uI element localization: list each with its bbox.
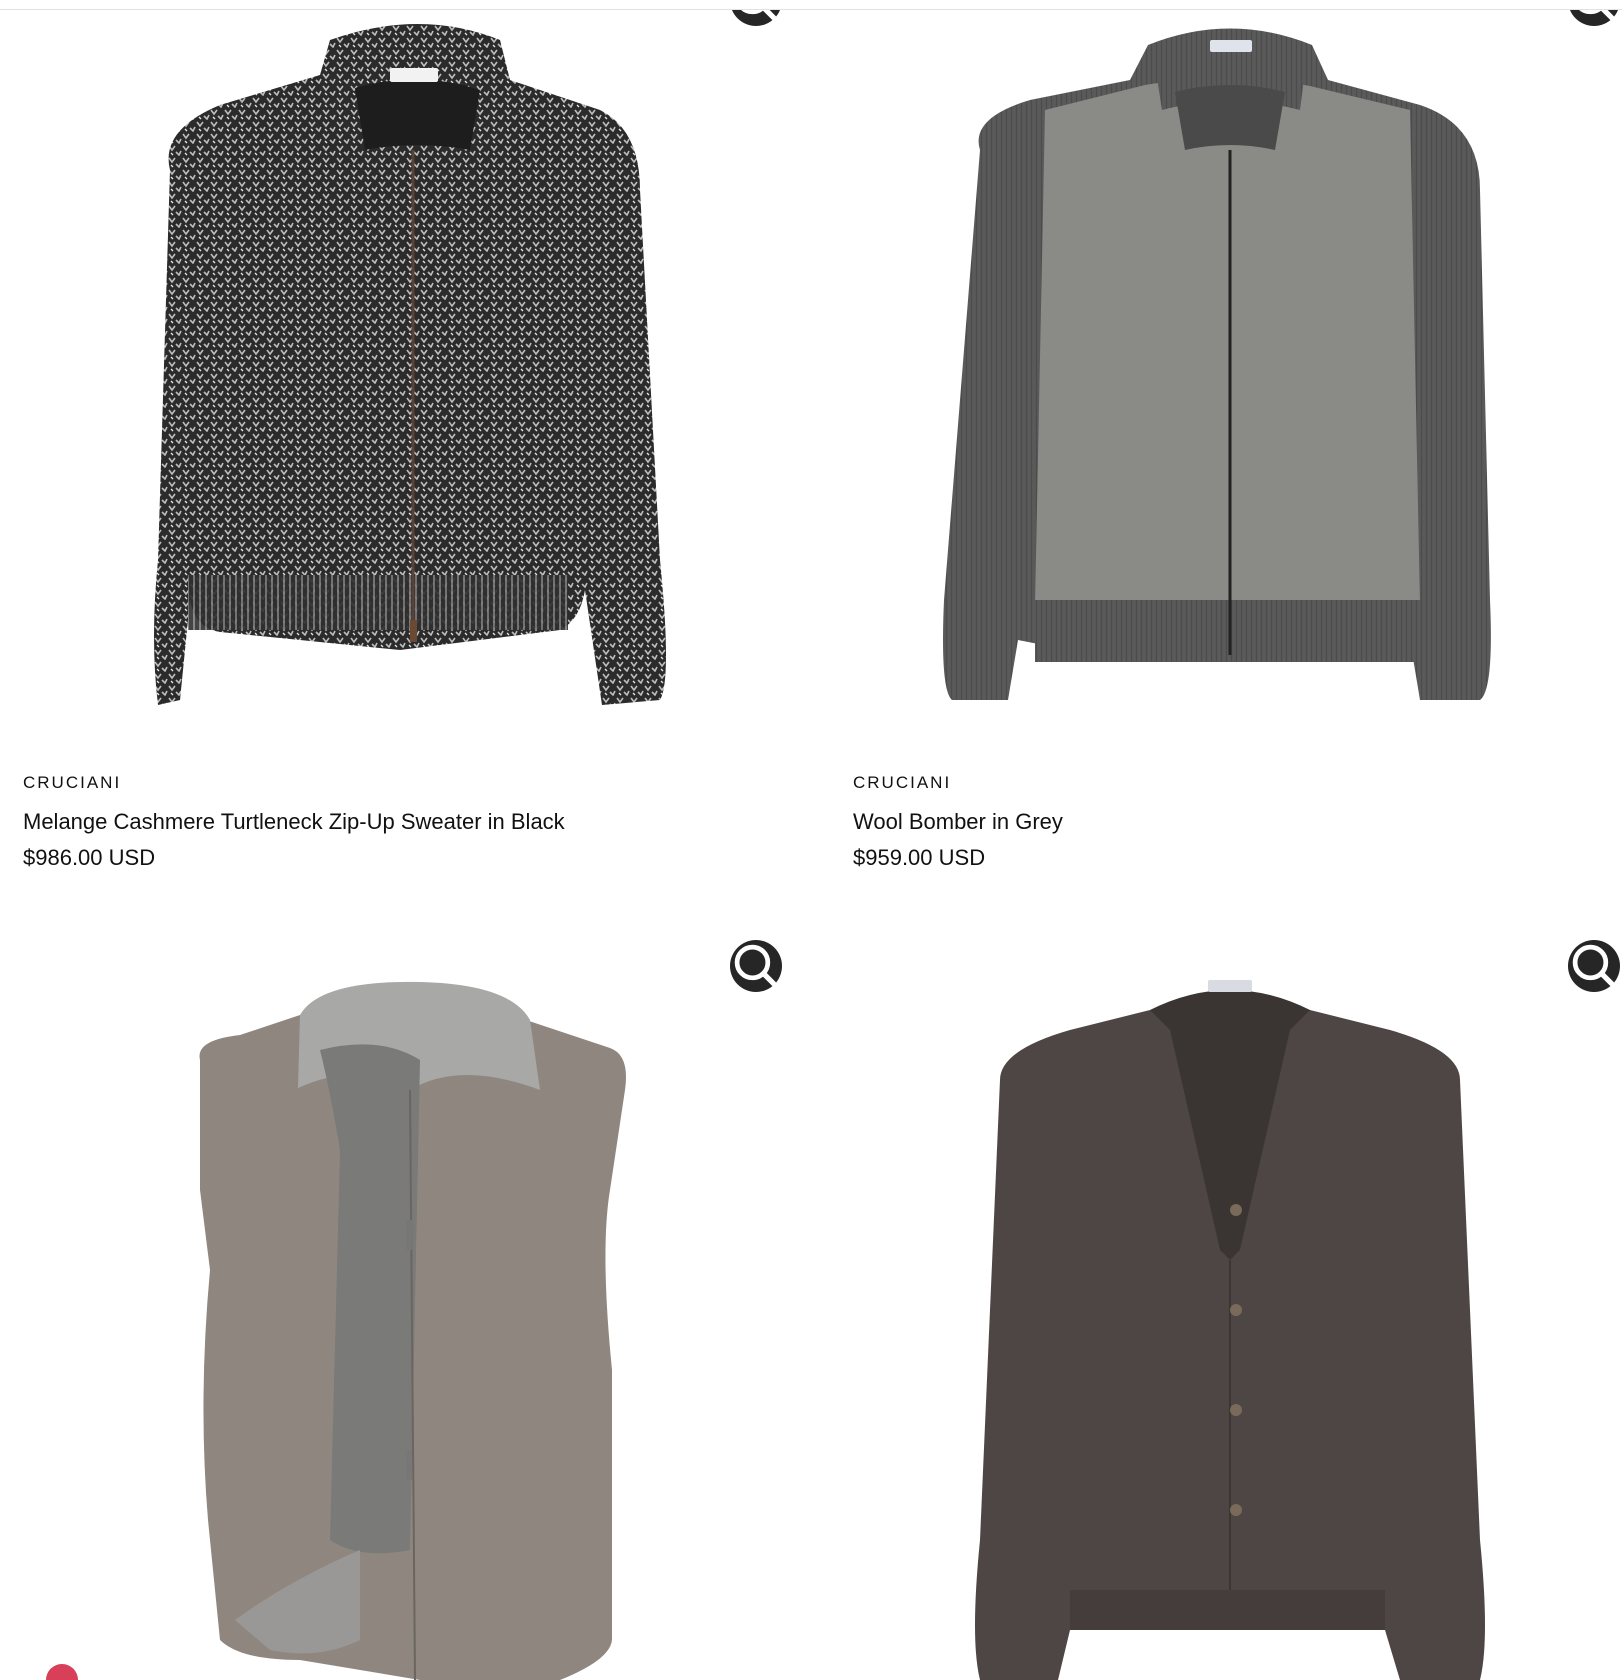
header-border	[0, 0, 1622, 10]
search-icon	[1572, 944, 1616, 988]
quick-view-button[interactable]	[730, 940, 782, 992]
product-card[interactable]: CRUCIANI Wool Bomber in Grey $959.00 USD	[830, 0, 1622, 872]
product-card[interactable]: CRUCIANI Melange Cashmere Turtleneck Zip…	[0, 0, 800, 872]
product-image[interactable]	[0, 0, 800, 730]
product-image[interactable]	[0, 940, 800, 1680]
product-image[interactable]	[830, 0, 1622, 730]
product-grid: CRUCIANI Melange Cashmere Turtleneck Zip…	[0, 0, 1622, 1680]
product-title[interactable]: Wool Bomber in Grey	[853, 808, 1622, 836]
black-melange-sweater-image	[154, 24, 666, 705]
brown-cardigan-image	[975, 980, 1485, 1680]
quick-view-button[interactable]	[1568, 940, 1620, 992]
product-brand: CRUCIANI	[853, 773, 952, 792]
product-price: $986.00 USD	[23, 845, 156, 870]
product-card[interactable]	[830, 940, 1622, 1680]
grey-wool-bomber-image	[943, 28, 1491, 700]
product-price: $959.00 USD	[853, 845, 986, 870]
product-card[interactable]	[0, 940, 800, 1680]
search-icon	[734, 944, 778, 988]
product-brand: CRUCIANI	[23, 773, 122, 792]
product-image[interactable]	[830, 940, 1622, 1680]
taupe-vest-image	[199, 981, 626, 1680]
product-title[interactable]: Melange Cashmere Turtleneck Zip-Up Sweat…	[23, 808, 800, 836]
